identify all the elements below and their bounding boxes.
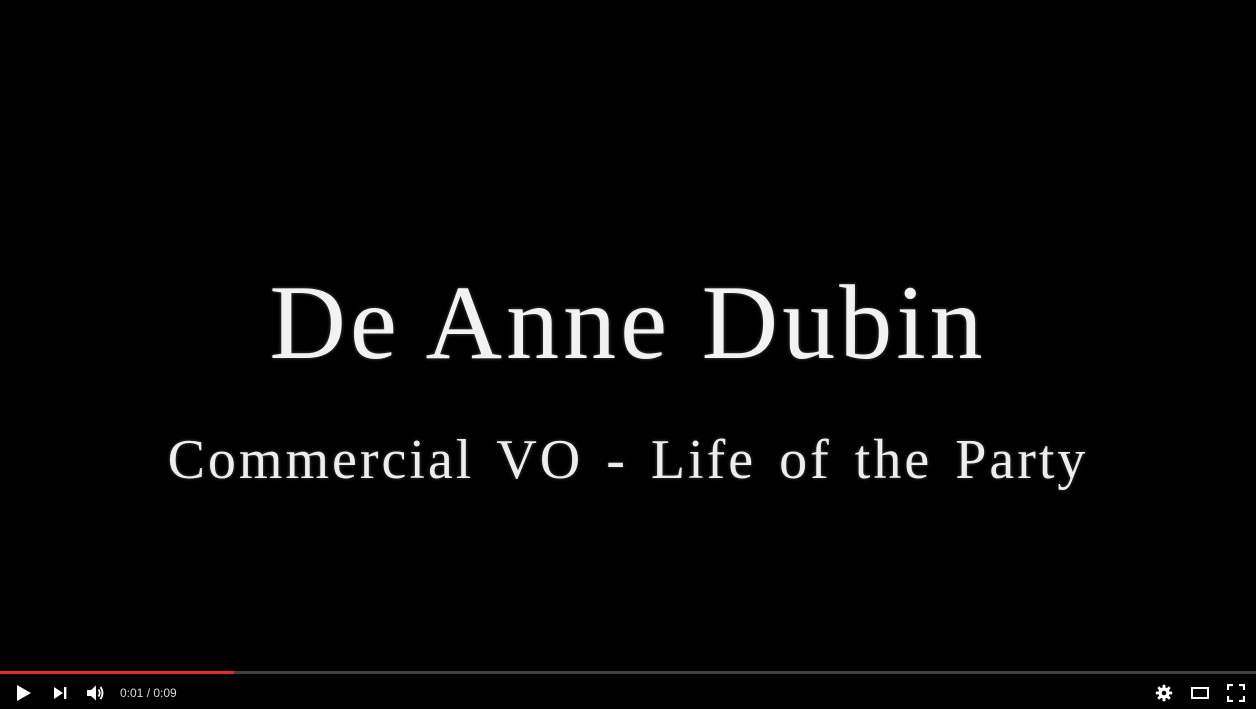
video-title-text: De Anne Dubin <box>269 264 987 381</box>
progress-played <box>0 671 234 674</box>
theater-mode-button[interactable] <box>1182 676 1218 709</box>
current-time: 0:01 <box>120 685 144 700</box>
volume-button[interactable] <box>78 676 114 709</box>
settings-button[interactable] <box>1146 676 1182 709</box>
play-button[interactable] <box>6 676 42 709</box>
play-icon <box>17 684 31 701</box>
video-subtitle-text: Commercial VO - Life of the Party <box>167 429 1089 491</box>
next-icon <box>54 686 67 699</box>
progress-bar[interactable] <box>0 671 1256 674</box>
video-player[interactable]: De Anne Dubin Commercial VO - Life of th… <box>0 0 1256 709</box>
time-separator: / <box>143 685 154 700</box>
time-display: 0:01 / 0:09 <box>120 686 177 700</box>
fullscreen-button[interactable] <box>1218 676 1254 709</box>
volume-icon <box>87 685 104 700</box>
control-bar: 0:01 / 0:09 <box>0 676 1256 709</box>
video-frame[interactable]: De Anne Dubin Commercial VO - Life of th… <box>0 0 1256 670</box>
duration: 0:09 <box>153 685 177 700</box>
fullscreen-icon <box>1227 683 1245 702</box>
theater-mode-icon <box>1191 686 1209 699</box>
gear-icon <box>1155 684 1173 701</box>
next-button[interactable] <box>42 676 78 709</box>
